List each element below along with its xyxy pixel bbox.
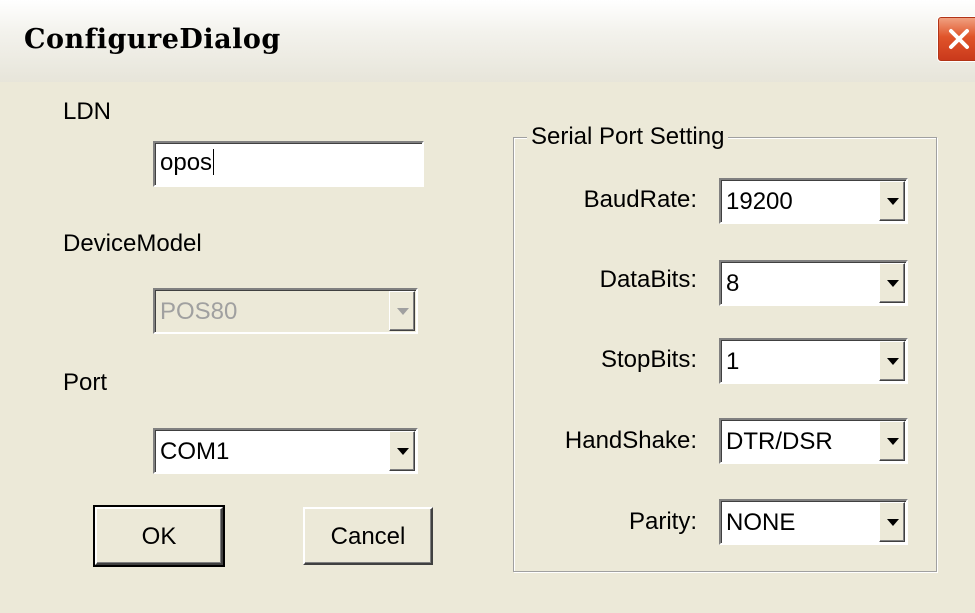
databits-select[interactable]: 8	[719, 260, 908, 306]
device-model-value: POS80	[160, 298, 238, 325]
device-model-select: POS80	[153, 288, 418, 334]
port-value: COM1	[160, 438, 230, 465]
stopbits-label: StopBits:	[600, 346, 697, 373]
device-model-dropdown-button	[389, 291, 415, 331]
ldn-value: opos	[160, 149, 213, 176]
cancel-button[interactable]: Cancel	[303, 507, 433, 565]
close-icon	[949, 29, 969, 49]
chevron-down-icon	[887, 438, 899, 445]
parity-dropdown-button[interactable]	[879, 502, 905, 542]
chevron-down-icon	[887, 280, 899, 287]
stopbits-value: 1	[726, 348, 740, 375]
handshake-value: DTR/DSR	[726, 428, 833, 455]
baudrate-select[interactable]: 19200	[719, 178, 908, 224]
device-model-label: DeviceModel	[63, 230, 202, 257]
chevron-down-icon	[887, 519, 899, 526]
databits-label: DataBits:	[599, 266, 697, 293]
parity-label: Parity:	[628, 508, 697, 535]
databits-dropdown-button[interactable]	[879, 263, 905, 303]
cancel-button-label: Cancel	[330, 523, 406, 550]
ldn-label: LDN	[63, 98, 112, 125]
window-title: ConfigureDialog	[24, 24, 281, 55]
text-caret	[213, 149, 215, 175]
ok-button[interactable]: OK	[93, 505, 225, 567]
baudrate-value: 19200	[726, 188, 793, 215]
close-button[interactable]	[937, 16, 975, 62]
databits-value: 8	[726, 270, 740, 297]
handshake-select[interactable]: DTR/DSR	[719, 418, 908, 464]
port-label: Port	[63, 369, 108, 396]
port-dropdown-button[interactable]	[389, 431, 415, 471]
ok-button-label: OK	[141, 523, 177, 550]
parity-select[interactable]: NONE	[719, 499, 908, 545]
serial-port-group-label: Serial Port Setting	[527, 123, 729, 151]
chevron-down-icon	[397, 308, 409, 315]
stopbits-select[interactable]: 1	[719, 338, 908, 384]
chevron-down-icon	[887, 358, 899, 365]
handshake-label: HandShake:	[564, 427, 697, 454]
port-select[interactable]: COM1	[153, 428, 418, 474]
configure-dialog-window: ConfigureDialog LDN opos DeviceModel POS…	[0, 0, 975, 613]
ldn-input[interactable]: opos	[153, 141, 424, 187]
chevron-down-icon	[887, 198, 899, 205]
stopbits-dropdown-button[interactable]	[879, 341, 905, 381]
title-bar[interactable]: ConfigureDialog	[0, 0, 975, 82]
parity-value: NONE	[726, 509, 796, 536]
chevron-down-icon	[397, 448, 409, 455]
baudrate-dropdown-button[interactable]	[879, 181, 905, 221]
handshake-dropdown-button[interactable]	[879, 421, 905, 461]
baudrate-label: BaudRate:	[583, 186, 697, 213]
